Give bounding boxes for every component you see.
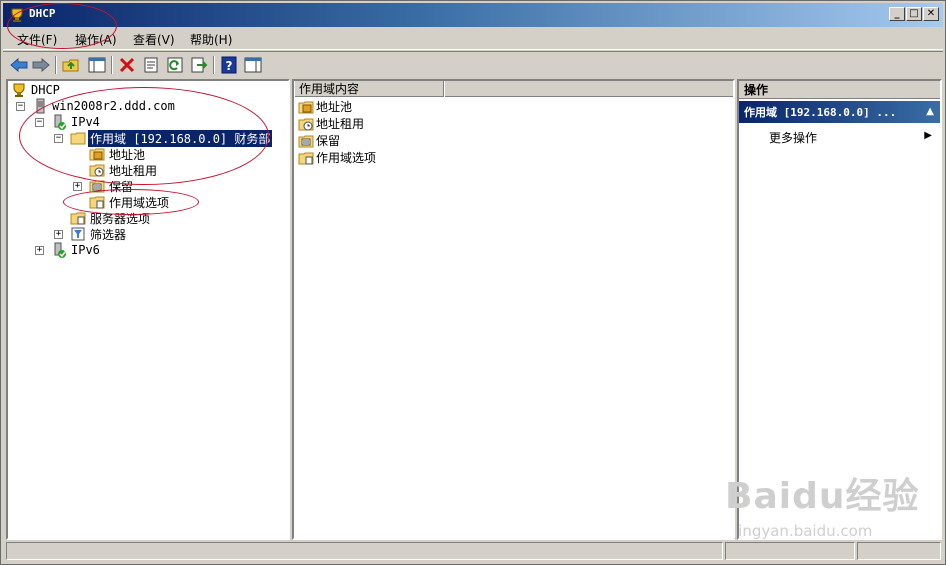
tree-label-scope-options: 作用域选项 (109, 195, 170, 210)
tree-label-address-pool: 地址池 (109, 147, 146, 162)
tree-label-reservations: 保留 (109, 179, 134, 194)
column-header-empty[interactable] (444, 81, 733, 97)
delete-icon[interactable] (117, 56, 137, 74)
dhcp-app-icon (11, 8, 23, 22)
status-cell-2 (725, 542, 855, 560)
help-icon[interactable]: ? (219, 56, 239, 74)
column-header-scope-contents[interactable]: 作用域内容 (294, 81, 444, 97)
menu-file[interactable]: 文件(F) (13, 31, 61, 48)
list-item-label: 保留 (316, 134, 341, 148)
scope-options-icon (89, 196, 105, 209)
tree-node-dhcp[interactable]: DHCP (11, 82, 62, 98)
title-bar[interactable]: DHCP _ □ ✕ (3, 3, 943, 27)
tree-node-scope-options[interactable]: 作用域选项 (89, 194, 171, 210)
list-item[interactable]: 作用域选项 (298, 149, 376, 166)
tree-label-server: win2008r2.ddd.com (52, 99, 175, 113)
collapse-arrow-icon[interactable]: ▲ (926, 101, 934, 123)
properties-icon[interactable] (141, 56, 161, 74)
close-button[interactable]: ✕ (923, 7, 939, 21)
server-icon (36, 98, 45, 114)
tree-node-scope[interactable]: 作用域 [192.168.0.0] 财务部 (70, 129, 273, 147)
status-cell-3 (857, 542, 941, 560)
filter-icon (71, 227, 85, 241)
status-cell-main (6, 542, 723, 560)
window-title: DHCP (29, 7, 56, 20)
tree-label-server-options: 服务器选项 (90, 211, 151, 226)
list-item-label: 地址租用 (316, 117, 365, 131)
folder-icon (70, 132, 86, 145)
baidu-watermark-url: jingyan.baidu.com (734, 522, 873, 540)
expand-filters-toggle[interactable]: + (54, 230, 63, 239)
list-item[interactable]: 地址池 (298, 98, 352, 115)
forward-icon[interactable] (31, 56, 51, 74)
up-folder-icon[interactable] (61, 56, 81, 74)
menu-bar: 文件(F) 操作(A) 查看(V) 帮助(H) (3, 28, 943, 50)
collapse-server-toggle[interactable]: − (16, 102, 25, 111)
menu-help[interactable]: 帮助(H) (186, 31, 236, 48)
svg-text:?: ? (226, 59, 233, 73)
menu-view[interactable]: 查看(V) (129, 31, 179, 48)
console-tree-pane[interactable]: DHCP − win2008r2.ddd.com − IPv4 − 作用域 [1… (6, 79, 290, 540)
tree-node-ipv6[interactable]: IPv6 (51, 242, 102, 258)
show-hide-action-pane-icon[interactable] (243, 56, 263, 74)
address-leases-icon (89, 164, 105, 177)
baidu-watermark: Baidu经验 (725, 476, 920, 517)
tree-label-scope: 作用域 [192.168.0.0] 财务部 (88, 129, 273, 147)
address-pool-icon (298, 101, 314, 113)
address-pool-icon (89, 148, 105, 161)
tree-node-address-pool[interactable]: 地址池 (89, 146, 147, 162)
reservations-icon (89, 180, 105, 193)
collapse-scope-toggle[interactable]: − (54, 134, 63, 143)
back-icon[interactable] (9, 56, 29, 74)
action-scope-section[interactable]: 作用域 [192.168.0.0] ... ▲ (739, 101, 940, 123)
status-bar (3, 542, 943, 562)
ipv6-server-icon (54, 242, 66, 258)
tree-label-filters: 筛选器 (90, 227, 127, 242)
expand-reservations-toggle[interactable]: + (73, 182, 82, 191)
results-pane[interactable]: 作用域内容 地址池 地址租用 保留 作用域选项 (292, 79, 735, 540)
toolbar: ? (3, 51, 943, 77)
tree-node-ipv4[interactable]: IPv4 (51, 114, 102, 130)
tree-node-filters[interactable]: 筛选器 (70, 226, 128, 242)
reservations-icon (298, 135, 314, 147)
toolbar-separator (111, 56, 113, 74)
action-pane-header: 操作 (739, 81, 940, 99)
expand-ipv6-toggle[interactable]: + (35, 246, 44, 255)
tree-label-ipv4: IPv4 (71, 115, 100, 129)
show-hide-tree-icon[interactable] (87, 56, 107, 74)
submenu-arrow-icon: ▶ (924, 130, 932, 141)
tree-node-address-leases[interactable]: 地址租用 (89, 162, 159, 178)
ipv4-server-icon (54, 114, 66, 130)
dhcp-icon (13, 83, 25, 97)
maximize-button[interactable]: □ (906, 7, 922, 21)
scope-options-icon (298, 152, 314, 164)
export-icon[interactable] (189, 56, 209, 74)
collapse-ipv4-toggle[interactable]: − (35, 118, 44, 127)
more-actions-item[interactable]: 更多操作 (769, 129, 817, 146)
server-options-icon (70, 212, 86, 225)
list-item[interactable]: 保留 (298, 132, 340, 149)
list-item-label: 地址池 (316, 100, 353, 114)
tree-node-server-options[interactable]: 服务器选项 (70, 210, 152, 226)
tree-label-dhcp: DHCP (31, 83, 60, 97)
address-leases-icon (298, 118, 314, 130)
list-item[interactable]: 地址租用 (298, 115, 364, 132)
toolbar-separator (213, 56, 215, 74)
action-scope-label: 作用域 [192.168.0.0] ... (744, 106, 897, 119)
tree-node-server[interactable]: win2008r2.ddd.com (32, 98, 177, 114)
tree-label-address-leases: 地址租用 (109, 163, 158, 178)
tree-label-ipv6: IPv6 (71, 243, 100, 257)
toolbar-separator (55, 56, 57, 74)
minimize-button[interactable]: _ (889, 7, 905, 21)
refresh-icon[interactable] (165, 56, 185, 74)
menu-action[interactable]: 操作(A) (71, 31, 121, 48)
list-header: 作用域内容 (294, 81, 733, 97)
tree-node-reservations[interactable]: 保留 (89, 178, 135, 194)
list-item-label: 作用域选项 (316, 151, 377, 165)
mmc-window: DHCP _ □ ✕ 文件(F) 操作(A) 查看(V) 帮助(H) ? DHC… (0, 0, 946, 565)
